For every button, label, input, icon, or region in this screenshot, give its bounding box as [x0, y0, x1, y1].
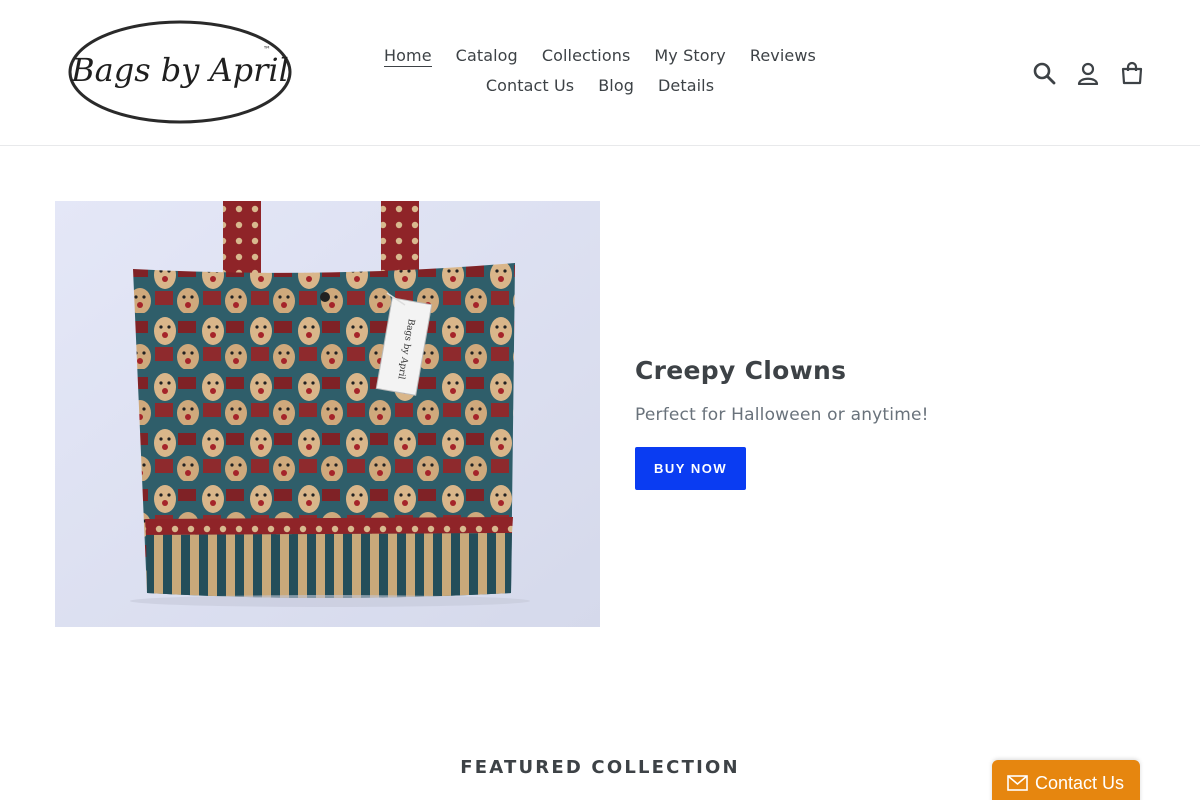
- nav-link-label: Contact Us: [485, 75, 575, 95]
- account-icon: [1077, 62, 1099, 85]
- nav-link-my-story[interactable]: My Story: [642, 46, 737, 65]
- envelope-icon: [1007, 775, 1028, 791]
- contact-us-widget-label: Contact Us: [1035, 772, 1125, 793]
- nav-link-catalog[interactable]: Catalog: [444, 46, 530, 65]
- search-icon: [1033, 62, 1056, 85]
- buy-now-button[interactable]: BUY NOW: [635, 447, 747, 490]
- nav-link-label: Collections: [541, 45, 631, 65]
- search-button[interactable]: [1031, 56, 1057, 90]
- nav-link-home[interactable]: Home: [372, 45, 444, 67]
- main-nav: Home Catalog Collections My Story Review…: [330, 40, 870, 100]
- nav-link-collections[interactable]: Collections: [530, 46, 643, 65]
- tote-bag-image: Bags by April: [55, 201, 600, 627]
- nav-link-details[interactable]: Details: [646, 76, 726, 95]
- nav-link-label: Home: [384, 45, 432, 67]
- nav-row-1: Home Catalog Collections My Story Review…: [330, 40, 870, 70]
- nav-link-label: Reviews: [749, 45, 816, 65]
- nav-link-label: My Story: [654, 45, 726, 65]
- nav-row-2: Contact Us Blog Details: [330, 70, 870, 100]
- account-button[interactable]: [1075, 56, 1101, 90]
- hero-subtitle: Perfect for Halloween or anytime!: [635, 405, 929, 425]
- hero-title: Creepy Clowns: [635, 356, 847, 385]
- cart-icon: [1121, 61, 1143, 85]
- header-icons: [1031, 56, 1145, 90]
- logo-tm: ™: [263, 45, 271, 54]
- contact-us-widget[interactable]: Contact Us: [992, 760, 1140, 800]
- logo-text: Bags by April: [70, 51, 289, 89]
- nav-link-contact-us[interactable]: Contact Us: [474, 76, 586, 95]
- nav-link-label: Details: [658, 75, 715, 95]
- cart-button[interactable]: [1119, 56, 1145, 90]
- site-logo[interactable]: Bags by April ™: [55, 14, 305, 132]
- nav-link-blog[interactable]: Blog: [586, 76, 646, 95]
- nav-link-label: Blog: [598, 75, 634, 95]
- hero-text: Creepy Clowns Perfect for Halloween or a…: [635, 354, 1155, 490]
- logo-image: Bags by April ™: [68, 20, 292, 124]
- nav-link-reviews[interactable]: Reviews: [738, 46, 828, 65]
- site-header: Bags by April ™ Home Catalog Collections…: [0, 0, 1200, 146]
- nav-link-label: Catalog: [455, 45, 518, 65]
- hero-product-image[interactable]: Bags by April: [55, 201, 600, 627]
